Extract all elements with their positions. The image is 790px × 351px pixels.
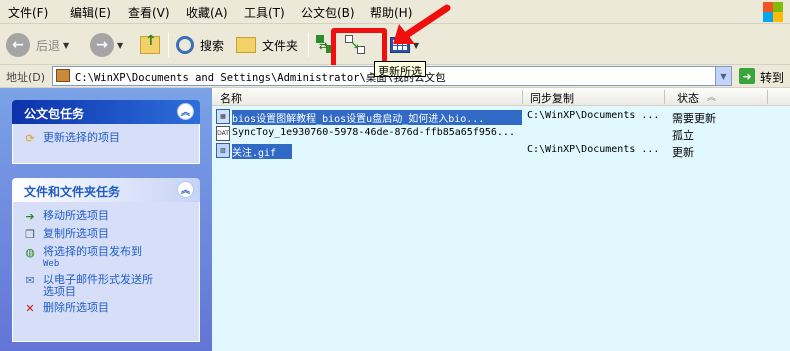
image-file-icon: ▨ — [216, 143, 230, 158]
menu-edit[interactable]: 编辑(E) — [70, 4, 111, 21]
menu-view[interactable]: 查看(V) — [128, 4, 170, 21]
search-label: 搜索 — [200, 38, 225, 53]
task-delete[interactable]: ✕ 删除所选项目 — [23, 302, 189, 316]
go-button[interactable]: 转到 — [760, 69, 784, 86]
forward-button[interactable]: → ▼ — [90, 31, 123, 59]
file-name: bios设置图解教程_bios设置u盘启动_如何进入bio... — [232, 110, 522, 125]
column-header-sync[interactable]: 同步复制 — [530, 90, 574, 106]
collapse-chevron-icon[interactable]: ︽ — [177, 181, 194, 198]
folders-label: 文件夹 — [262, 38, 299, 53]
forward-dropdown-icon[interactable]: ▼ — [117, 41, 123, 50]
update-selection-tooltip: 更新所选 — [374, 61, 426, 78]
briefcase-tasks-header[interactable]: 公文包任务 ︽ — [12, 100, 200, 124]
briefcase-tasks-panel: 公文包任务 ︽ ⟳ 更新选择的项目 — [12, 100, 200, 164]
briefcase-tasks-title: 公文包任务 — [24, 107, 85, 121]
task-label-line2: 选项目 — [43, 285, 76, 298]
column-divider[interactable] — [767, 90, 768, 104]
address-dropdown-icon[interactable]: ▼ — [715, 67, 731, 85]
column-header-name[interactable]: 名称 — [220, 90, 242, 106]
menu-briefcase[interactable]: 公文包(B) — [301, 4, 355, 21]
back-label: 后退 — [36, 38, 61, 53]
up-folder-icon: ↑ — [140, 33, 160, 54]
windows-logo-icon — [762, 1, 784, 23]
update-icon: ⟳ — [25, 132, 35, 145]
task-label: 将选择的项目发布到 — [43, 245, 142, 258]
annotation-arrow-icon — [393, 4, 451, 44]
move-icon: ➔ — [25, 210, 35, 223]
sort-chevron-icon: ︽ — [707, 93, 717, 103]
file-sync-path: C:\WinXP\Documents ... — [527, 110, 660, 121]
go-arrow-icon[interactable]: ➜ — [739, 68, 755, 84]
collapse-chevron-icon[interactable]: ︽ — [177, 103, 194, 120]
document-file-icon: ▦ — [216, 109, 230, 124]
email-icon: ✉ — [25, 274, 35, 287]
file-status: 需要更新 — [672, 112, 716, 125]
table-row[interactable]: ▦ bios设置图解教程_bios设置u盘启动_如何进入bio... C:\Wi… — [212, 108, 790, 125]
column-header-status[interactable]: 状态 — [677, 90, 699, 106]
task-update-selected[interactable]: ⟳ 更新选择的项目 — [23, 132, 189, 146]
file-status: 孤立 — [672, 129, 694, 142]
copy-icon: ❐ — [25, 228, 35, 241]
task-email[interactable]: ✉ 以电子邮件形式发送所 选项目 — [23, 274, 189, 298]
up-folder-button[interactable]: ↑ — [140, 31, 160, 59]
forward-arrow-icon: → — [90, 33, 114, 57]
column-divider[interactable] — [664, 90, 665, 104]
file-status: 更新 — [672, 146, 694, 159]
task-label: 移动所选项目 — [43, 209, 109, 222]
file-sync-path: C:\WinXP\Documents ... — [527, 144, 660, 155]
menu-tools[interactable]: 工具(T) — [244, 4, 285, 21]
task-label: 更新选择的项目 — [43, 131, 120, 144]
list-header: 名称 同步复制 状态 ︽ — [212, 88, 790, 106]
file-tasks-header[interactable]: 文件和文件夹任务 ︽ — [12, 178, 200, 202]
task-publish-web[interactable]: ◍ 将选择的项目发布到 Web — [23, 246, 189, 270]
task-copy[interactable]: ❐ 复制所选项目 — [23, 228, 189, 242]
task-move[interactable]: ➔ 移动所选项目 — [23, 210, 189, 224]
dat-file-icon: DAT — [216, 126, 230, 141]
globe-icon: ◍ — [25, 246, 35, 259]
toolbar-separator — [168, 33, 169, 57]
file-tasks-panel: 文件和文件夹任务 ︽ ➔ 移动所选项目 ❐ 复制所选项目 ◍ 将选择的项目发布到… — [12, 178, 200, 342]
delete-x-icon: ✕ — [25, 302, 35, 315]
file-list: 名称 同步复制 状态 ︽ ▦ bios设置图解教程_bios设置u盘启动_如何进… — [212, 88, 790, 351]
file-tasks-body: ➔ 移动所选项目 ❐ 复制所选项目 ◍ 将选择的项目发布到 Web ✉ 以电子邮… — [12, 202, 200, 342]
search-icon — [176, 36, 194, 54]
file-tasks-title: 文件和文件夹任务 — [24, 185, 121, 199]
menu-favorites[interactable]: 收藏(A) — [186, 4, 228, 21]
menu-file[interactable]: 文件(F) — [8, 4, 48, 21]
address-label: 地址(D) — [6, 71, 46, 84]
task-label-sub: Web — [43, 259, 60, 269]
briefcase-tasks-body: ⟳ 更新选择的项目 — [12, 124, 200, 164]
table-row[interactable]: DAT SyncToy_1e930760-5978-46de-876d-ffb8… — [212, 125, 790, 142]
column-divider[interactable] — [522, 90, 523, 104]
task-label: 删除所选项目 — [43, 301, 109, 314]
task-pane: 公文包任务 ︽ ⟳ 更新选择的项目 文件和文件夹任务 ︽ ➔ 移动所选项目 ❐ … — [0, 88, 212, 351]
folder-icon — [236, 37, 256, 53]
back-button[interactable]: ← 后退 ▼ — [6, 31, 69, 59]
back-arrow-icon: ← — [6, 33, 30, 57]
table-row[interactable]: ▨ 关注.gif C:\WinXP\Documents ... 更新 — [212, 142, 790, 159]
folders-button[interactable]: 文件夹 — [236, 31, 298, 59]
file-name: SyncToy_1e930760-5978-46de-876d-ffb85a65… — [232, 127, 515, 138]
task-label: 复制所选项目 — [43, 227, 109, 240]
briefcase-icon — [56, 69, 70, 82]
toolbar-separator — [308, 33, 309, 57]
back-dropdown-icon[interactable]: ▼ — [63, 41, 69, 50]
search-button[interactable]: 搜索 — [176, 31, 224, 59]
file-name: 关注.gif — [232, 144, 292, 159]
